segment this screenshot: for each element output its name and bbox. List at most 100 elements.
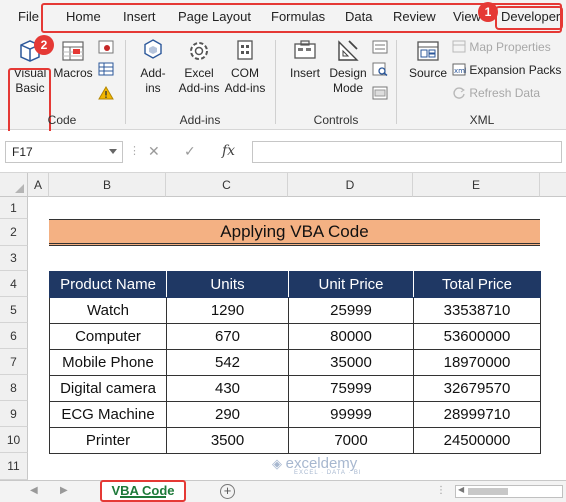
row-header-7[interactable]: 7 <box>0 349 28 375</box>
view-code-icon[interactable] <box>372 62 388 76</box>
svg-text:xml: xml <box>454 67 466 75</box>
cell-units[interactable]: 1290 <box>166 297 289 324</box>
column-header-b[interactable]: B <box>49 173 166 197</box>
cell-total-price[interactable]: 18970000 <box>413 349 541 376</box>
refresh-data-label: Refresh Data <box>469 86 541 100</box>
row-header-4[interactable]: 4 <box>0 271 28 297</box>
insert-controls-label: Insert <box>289 66 320 80</box>
header-product-name[interactable]: Product Name <box>49 271 167 298</box>
excel-add-ins-button[interactable]: Excel Add-ins <box>177 38 221 96</box>
cell-units[interactable]: 290 <box>166 401 289 428</box>
header-total-price[interactable]: Total Price <box>413 271 541 298</box>
cell-product-name[interactable]: Mobile Phone <box>49 349 167 376</box>
scroll-left-icon[interactable]: ◀ <box>30 485 38 496</box>
insert-controls-button[interactable]: Insert <box>284 38 326 81</box>
tab-file[interactable]: File <box>18 9 39 24</box>
row-header-8[interactable]: 8 <box>0 375 28 401</box>
column-header-d[interactable]: D <box>288 173 413 197</box>
insert-function-icon[interactable]: fx <box>222 143 235 159</box>
row-header-2[interactable]: 2 <box>0 219 28 246</box>
macros-button[interactable]: Macros <box>52 38 94 81</box>
cell-unit-price[interactable]: 75999 <box>288 375 414 402</box>
group-divider <box>125 40 126 124</box>
cell-product-name[interactable]: Computer <box>49 323 167 350</box>
cell-total-price[interactable]: 28999710 <box>413 401 541 428</box>
cell-unit-price[interactable]: 7000 <box>288 427 414 454</box>
step-badge-1: 1 <box>478 2 498 22</box>
cell-total-price[interactable]: 32679570 <box>413 375 541 402</box>
product-table: Product Name Units Unit Price Total Pric… <box>49 271 541 454</box>
sheet-title-cell[interactable]: Applying VBA Code <box>49 219 540 246</box>
row-header-9[interactable]: 9 <box>0 401 28 427</box>
name-box[interactable]: F17 <box>5 141 123 163</box>
enter-icon[interactable]: ✓ <box>184 143 196 160</box>
map-properties-button[interactable]: Map Properties <box>452 39 551 55</box>
column-header-c[interactable]: C <box>166 173 288 197</box>
drag-handle-icon[interactable]: ⋮ <box>436 485 446 496</box>
horizontal-scrollbar[interactable]: ◀ <box>455 485 563 498</box>
xml-source-button[interactable]: Source <box>406 38 450 81</box>
cancel-icon[interactable]: ✕ <box>148 143 160 160</box>
scrollbar-thumb[interactable] <box>468 488 508 495</box>
scroll-left-icon[interactable]: ◀ <box>458 485 464 494</box>
design-mode-button[interactable]: Design Mode <box>328 38 368 96</box>
cell-product-name[interactable]: ECG Machine <box>49 401 167 428</box>
com-add-ins-label-1: COM <box>231 66 259 80</box>
cell-units[interactable]: 3500 <box>166 427 289 454</box>
row-header-3[interactable]: 3 <box>0 246 28 271</box>
record-macro-icon[interactable] <box>98 40 114 54</box>
cell-unit-price[interactable]: 35000 <box>288 349 414 376</box>
toolbox-icon <box>294 40 316 59</box>
column-header-a[interactable]: A <box>28 173 49 197</box>
row-header-1[interactable]: 1 <box>0 197 28 219</box>
cell-total-price[interactable]: 24500000 <box>413 427 541 454</box>
header-units[interactable]: Units <box>166 271 289 298</box>
xml-source-icon <box>417 41 439 61</box>
macro-security-icon[interactable] <box>98 86 114 100</box>
cell-product-name[interactable]: Digital camera <box>49 375 167 402</box>
expansion-packs-button[interactable]: xml Expansion Packs <box>452 62 561 78</box>
row-header-11[interactable]: 11 <box>0 453 28 480</box>
cell-units[interactable]: 542 <box>166 349 289 376</box>
cell-product-name[interactable]: Watch <box>49 297 167 324</box>
row-header-6[interactable]: 6 <box>0 323 28 349</box>
worksheet-grid[interactable]: A B C D E 1 2 3 4 5 6 7 8 9 10 11 Applyi… <box>0 173 566 480</box>
exceldemy-watermark: ◈ exceldemy EXCEL · DATA · BI <box>272 455 362 476</box>
properties-icon[interactable] <box>372 40 388 54</box>
sheet-tab-bar: ◀ ▶ VBA Code + ⋮ ◀ <box>0 480 566 502</box>
column-header-e[interactable]: E <box>413 173 540 197</box>
header-unit-price[interactable]: Unit Price <box>288 271 414 298</box>
column-header-f[interactable] <box>540 173 566 197</box>
formula-input[interactable] <box>252 141 562 163</box>
map-properties-icon <box>452 40 466 53</box>
group-label-xml: XML <box>469 113 495 127</box>
cell-product-name[interactable]: Printer <box>49 427 167 454</box>
chevron-down-icon[interactable] <box>109 149 117 154</box>
com-add-ins-label-2: Add-ins <box>224 81 266 95</box>
cell-units[interactable]: 430 <box>166 375 289 402</box>
add-sheet-icon[interactable]: + <box>220 484 235 499</box>
cell-unit-price[interactable]: 99999 <box>288 401 414 428</box>
com-add-ins-button[interactable]: COM Add-ins <box>223 38 267 96</box>
row-header-5[interactable]: 5 <box>0 297 28 323</box>
refresh-data-button[interactable]: Refresh Data <box>452 85 540 101</box>
cell-unit-price[interactable]: 25999 <box>288 297 414 324</box>
cell-units[interactable]: 670 <box>166 323 289 350</box>
scroll-right-icon[interactable]: ▶ <box>60 485 68 496</box>
table-header-row: Product Name Units Unit Price Total Pric… <box>49 271 541 298</box>
row-header-10[interactable]: 10 <box>0 427 28 453</box>
select-all-corner[interactable] <box>0 173 28 197</box>
name-box-value: F17 <box>12 145 33 159</box>
run-dialog-icon[interactable] <box>372 86 388 100</box>
com-add-ins-icon <box>237 40 253 60</box>
cell-unit-price[interactable]: 80000 <box>288 323 414 350</box>
add-ins-button[interactable]: Add- ins <box>134 38 172 96</box>
cell-total-price[interactable]: 53600000 <box>413 323 541 350</box>
refresh-icon <box>453 87 465 99</box>
add-ins-icon <box>144 39 162 59</box>
sheet-tab-vba-code[interactable]: VBA Code <box>100 480 186 502</box>
cell-total-price[interactable]: 33538710 <box>413 297 541 324</box>
relative-references-icon[interactable] <box>98 62 114 76</box>
table-row: Mobile Phone 542 35000 18970000 <box>49 349 541 376</box>
ribbon-tab-bar: File Home Insert Page Layout Formulas Da… <box>0 0 566 34</box>
